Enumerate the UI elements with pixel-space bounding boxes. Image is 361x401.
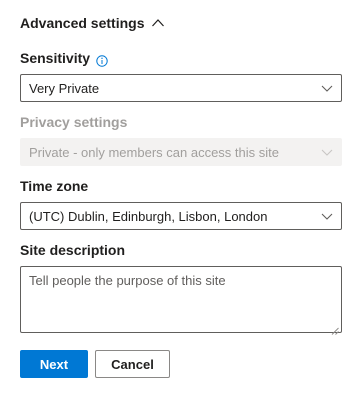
timezone-label: Time zone	[20, 178, 89, 194]
sensitivity-dropdown[interactable]: Very Private	[20, 74, 342, 102]
cancel-button[interactable]: Cancel	[95, 350, 170, 378]
privacy-label: Privacy settings	[20, 114, 128, 130]
description-textarea[interactable]	[21, 267, 341, 332]
advanced-settings-title: Advanced settings	[20, 15, 145, 31]
sensitivity-label: Sensitivity	[20, 50, 91, 66]
privacy-value: Private - only members can access this s…	[29, 144, 279, 160]
description-label: Site description	[20, 242, 126, 258]
resize-handle-icon[interactable]	[331, 322, 339, 335]
chevron-down-icon	[321, 210, 333, 222]
timezone-field: Time zone (UTC) Dublin, Edinburgh, Lisbo…	[20, 176, 342, 230]
next-button[interactable]: Next	[20, 350, 88, 378]
privacy-field: Privacy settings Private - only members …	[20, 112, 342, 166]
description-box	[20, 266, 342, 335]
sensitivity-value: Very Private	[29, 80, 100, 96]
chevron-down-icon	[321, 82, 333, 94]
chevron-down-icon	[321, 146, 333, 158]
chevron-up-icon	[151, 16, 165, 30]
description-field: Site description	[20, 240, 342, 335]
privacy-dropdown: Private - only members can access this s…	[20, 138, 342, 166]
sensitivity-field: Sensitivity Very Private	[20, 48, 342, 102]
timezone-dropdown[interactable]: (UTC) Dublin, Edinburgh, Lisbon, London	[20, 202, 342, 230]
advanced-settings-toggle[interactable]: Advanced settings	[20, 13, 165, 33]
timezone-value: (UTC) Dublin, Edinburgh, Lisbon, London	[29, 208, 268, 224]
info-icon[interactable]	[96, 52, 108, 67]
